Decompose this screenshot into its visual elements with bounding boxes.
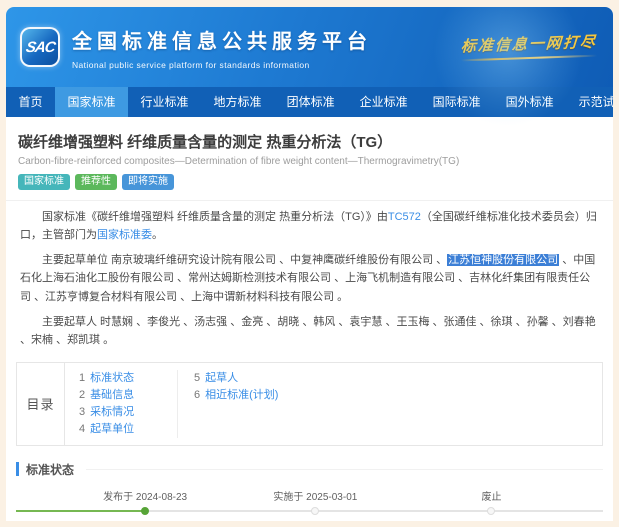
catalog-link: 标准状态	[90, 371, 135, 384]
standard-title: 碳纤维增强塑料 纤维质量含量的测定 热重分析法（TG）	[18, 134, 393, 151]
catalog-item-drafters[interactable]: 5 起草人	[194, 370, 323, 387]
section-accent-bar	[16, 462, 19, 477]
catalog-num: 3	[79, 405, 86, 418]
catalog-link: 起草单位	[90, 422, 135, 435]
badge-upcoming: 即将实施	[122, 174, 174, 190]
slogan: 标准信息一网打尽	[460, 33, 598, 62]
status-section-header: 标准状态	[16, 461, 603, 478]
timeline-label-implemented: 实施于 2025-03-01	[273, 491, 358, 503]
timeline-line-completed	[16, 509, 146, 512]
timeline-dot-published	[141, 506, 150, 515]
badge-recommended: 推荐性	[75, 174, 117, 190]
timeline-label-published: 发布于 2024-08-23	[103, 491, 188, 503]
catalog-num: 2	[79, 388, 86, 401]
sac-authority-link[interactable]: 国家标准委	[97, 229, 152, 241]
timeline-dot-implemented	[311, 506, 320, 515]
nav-item-national-standards[interactable]: 国家标准	[55, 87, 129, 117]
catalog-num: 4	[79, 422, 86, 435]
catalog-item-adoption[interactable]: 3 采标情况	[79, 404, 163, 421]
nav-item-industry-standards[interactable]: 行业标准	[128, 87, 201, 117]
nav-item-foreign-standards[interactable]: 国外标准	[493, 87, 566, 117]
p2-text-1: 主要起草单位 南京玻璃纤维研究设计院有限公司 、中复神鹰碳纤维股份有限公司 、	[42, 254, 448, 267]
catalog-column-2: 5 起草人 6 相近标准(计划)	[177, 369, 337, 438]
drafting-units-paragraph: 主要起草单位 南京玻璃纤维研究设计院有限公司 、中复神鹰碳纤维股份有限公司 、江…	[20, 251, 599, 305]
page: SAC 全国标准信息公共服务平台 National public service…	[6, 7, 613, 521]
timeline-label-abolished: 废止	[481, 491, 502, 503]
catalog-num: 1	[79, 371, 86, 384]
highlighted-company: 江苏恒神股份有限公司	[447, 254, 560, 267]
intro-paragraph-1: 国家标准《碳纤维增强塑料 纤维质量含量的测定 热重分析法（TG）》由TC572（…	[20, 208, 599, 244]
sac-logo-text: SAC	[24, 38, 56, 56]
catalog-item-basic-info[interactable]: 2 基础信息	[79, 387, 163, 404]
catalog-box: 目录 1 标准状态 2 基础信息 3 采标情况 4 起草单位 5 起草人 6 相近标准(计划…	[16, 361, 603, 446]
catalog-item-drafting-units[interactable]: 4 起草单位	[79, 421, 163, 438]
catalog-link: 起草人	[205, 371, 239, 384]
sac-logo[interactable]: SAC	[20, 27, 60, 67]
nav-item-home[interactable]: 首页	[6, 87, 55, 117]
main-nav: 首页 国家标准 行业标准 地方标准 团体标准 企业标准 国际标准 国外标准 示范…	[6, 87, 613, 117]
nav-item-enterprise-standards[interactable]: 企业标准	[347, 87, 420, 117]
header-banner: SAC 全国标准信息公共服务平台 National public service…	[6, 7, 613, 127]
nav-item-pilot[interactable]: 示范试点	[566, 87, 613, 117]
nav-item-group-standards[interactable]: 团体标准	[274, 87, 347, 117]
drafters-paragraph: 主要起草人 时慧娴 、李俊光 、汤志强 、金亮 、胡晓 、韩风 、袁宇慧 、王玉…	[20, 315, 596, 346]
timeline-dot-abolished	[487, 506, 496, 515]
catalog-label: 目录	[17, 362, 65, 445]
catalog-num: 5	[194, 371, 201, 384]
catalog-column-1: 1 标准状态 2 基础信息 3 采标情况 4 起草单位	[65, 370, 177, 438]
p1-text-1: 国家标准《碳纤维增强塑料 纤维质量含量的测定 热重分析法（TG）》由	[42, 211, 388, 223]
catalog-link: 采标情况	[90, 405, 135, 418]
catalog-link: 基础信息	[90, 388, 135, 401]
catalog-item-similar-standards[interactable]: 6 相近标准(计划)	[194, 387, 323, 404]
slogan-text: 标准信息一网打尽	[460, 33, 598, 56]
nav-item-international-standards[interactable]: 国际标准	[420, 87, 493, 117]
status-timeline: 发布于 2024-08-23 实施于 2025-03-01 废止	[16, 484, 603, 521]
catalog-link: 相近标准(计划)	[205, 388, 279, 401]
catalog-item-standard-status[interactable]: 1 标准状态	[79, 370, 163, 387]
section-rule	[86, 468, 603, 470]
standard-title-en: Carbon-fibre-reinforced composites—Deter…	[18, 156, 460, 167]
badge-national-standard: 国家标准	[18, 174, 70, 190]
content: 碳纤维增强塑料 纤维质量含量的测定 热重分析法（TG） Carbon-fibre…	[6, 131, 613, 521]
nav-item-local-standards[interactable]: 地方标准	[201, 87, 274, 117]
platform-titles: 全国标准信息公共服务平台 National public service pla…	[72, 25, 372, 70]
catalog-num: 6	[194, 388, 201, 401]
divider	[6, 200, 613, 201]
platform-subtitle: National public service platform for sta…	[72, 60, 310, 70]
tc572-link[interactable]: TC572	[388, 211, 421, 223]
standard-badges: 国家标准 推荐性 即将实施	[18, 174, 601, 190]
catalog-columns: 1 标准状态 2 基础信息 3 采标情况 4 起草单位 5 起草人 6 相近标准(计划)	[65, 363, 602, 445]
status-section-title: 标准状态	[26, 462, 75, 477]
platform-title: 全国标准信息公共服务平台	[72, 31, 372, 53]
p1-text-3: 。	[152, 229, 163, 242]
